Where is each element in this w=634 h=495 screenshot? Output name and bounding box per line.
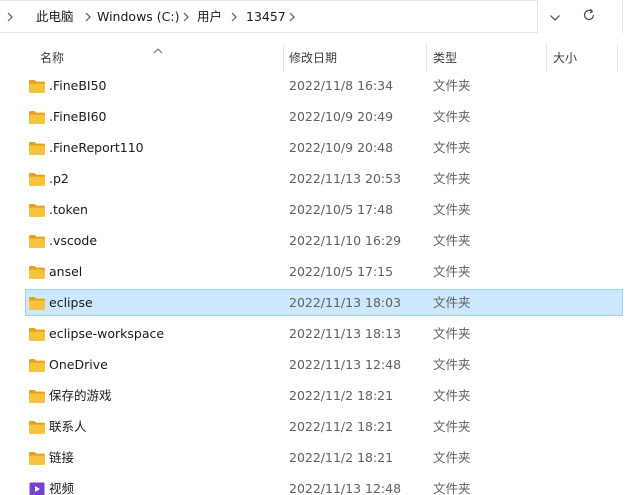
folder-icon [28,202,46,218]
column-divider[interactable] [617,44,618,72]
folder-icon [28,388,46,404]
folder-icon [28,264,46,280]
video-folder-icon [28,481,46,495]
file-type: 文件夹 [433,295,471,310]
file-name[interactable]: .token [49,202,88,218]
file-row[interactable]: eclipse-workspace 2022/11/13 18:13 文件夹 [25,320,623,347]
breadcrumb-users[interactable]: 用户 [197,9,222,25]
file-name[interactable]: 保存的游戏 [49,388,112,404]
file-name[interactable]: 联系人 [49,419,87,435]
folder-icon [28,140,46,156]
file-row[interactable]: eclipse 2022/11/13 18:03 文件夹 [25,289,623,316]
breadcrumb-this-pc[interactable]: 此电脑 [36,9,74,25]
search-box-edge[interactable] [622,0,634,33]
file-explorer-window: 此电脑 Windows (C:) 用户 13457 名称 修改日期 类型 大小 … [0,0,634,495]
file-type: 文件夹 [433,264,471,279]
file-name[interactable]: .FineReport110 [49,140,144,156]
chevron-right-icon[interactable] [180,10,192,24]
folder-icon [28,357,46,373]
file-date-modified: 2022/11/8 16:34 [289,78,394,93]
file-date-modified: 2022/11/2 18:21 [289,419,394,434]
file-name[interactable]: eclipse-workspace [49,326,164,342]
column-divider[interactable] [283,44,284,72]
column-size[interactable]: 大小 [553,50,577,66]
address-history-dropdown[interactable] [543,5,567,27]
sort-ascending-icon [152,40,164,54]
file-date-modified: 2022/11/13 12:48 [289,481,402,495]
file-row[interactable]: .FineBI60 2022/10/9 20:49 文件夹 [25,103,623,130]
file-row[interactable]: 视频 2022/11/13 12:48 文件夹 [25,475,623,495]
file-name[interactable]: .vscode [49,233,97,249]
file-row[interactable]: .FineReport110 2022/10/9 20:48 文件夹 [25,134,623,161]
address-bar: 此电脑 Windows (C:) 用户 13457 [0,0,634,34]
column-divider[interactable] [426,44,427,72]
file-name[interactable]: 视频 [49,481,74,495]
file-name[interactable]: eclipse [49,295,93,311]
file-date-modified: 2022/11/2 18:21 [289,388,394,403]
file-type: 文件夹 [433,450,471,465]
file-date-modified: 2022/10/9 20:49 [289,109,394,124]
chevron-down-icon [549,7,561,26]
file-type: 文件夹 [433,109,471,124]
file-type: 文件夹 [433,419,471,434]
file-type: 文件夹 [433,140,471,155]
file-date-modified: 2022/11/13 20:53 [289,171,402,186]
file-row[interactable]: .p2 2022/11/13 20:53 文件夹 [25,165,623,192]
folder-icon [28,295,46,311]
column-name[interactable]: 名称 [40,50,64,66]
file-name[interactable]: .p2 [49,171,69,187]
file-date-modified: 2022/10/5 17:48 [289,202,394,217]
file-row[interactable]: 保存的游戏 2022/11/2 18:21 文件夹 [25,382,623,409]
file-type: 文件夹 [433,326,471,341]
folder-icon [28,109,46,125]
file-type: 文件夹 [433,171,471,186]
file-name[interactable]: OneDrive [49,357,108,373]
file-name[interactable]: ansel [49,264,82,280]
file-date-modified: 2022/11/13 18:13 [289,326,402,341]
folder-icon [28,171,46,187]
breadcrumb-windows-c[interactable]: Windows (C:) [97,9,179,25]
file-row[interactable]: .vscode 2022/11/10 16:29 文件夹 [25,227,623,254]
file-date-modified: 2022/11/10 16:29 [289,233,402,248]
breadcrumb[interactable]: 此电脑 Windows (C:) 用户 13457 [0,0,538,33]
file-type: 文件夹 [433,202,471,217]
file-type: 文件夹 [433,388,471,403]
refresh-button[interactable] [575,4,603,28]
file-date-modified: 2022/11/13 12:48 [289,357,402,372]
folder-icon [28,450,46,466]
file-date-modified: 2022/10/5 17:15 [289,264,394,279]
file-date-modified: 2022/11/2 18:21 [289,450,394,465]
file-row[interactable]: OneDrive 2022/11/13 12:48 文件夹 [25,351,623,378]
breadcrumb-user-folder[interactable]: 13457 [246,9,286,25]
file-row[interactable]: 联系人 2022/11/2 18:21 文件夹 [25,413,623,440]
file-type: 文件夹 [433,357,471,372]
file-date-modified: 2022/11/13 18:03 [289,295,402,310]
file-row[interactable]: .token 2022/10/5 17:48 文件夹 [25,196,623,223]
refresh-icon [582,7,596,26]
chevron-right-icon[interactable] [4,10,16,24]
file-type: 文件夹 [433,78,471,93]
chevron-right-icon[interactable] [286,10,298,24]
folder-icon [28,419,46,435]
file-type: 文件夹 [433,481,471,495]
chevron-right-icon[interactable] [228,10,240,24]
folder-icon [28,326,46,342]
file-type: 文件夹 [433,233,471,248]
folder-icon [28,233,46,249]
file-row[interactable]: ansel 2022/10/5 17:15 文件夹 [25,258,623,285]
column-divider[interactable] [546,44,547,72]
file-date-modified: 2022/10/9 20:48 [289,140,394,155]
file-name[interactable]: .FineBI50 [49,78,107,94]
file-row[interactable]: .FineBI50 2022/11/8 16:34 文件夹 [25,72,623,99]
file-row[interactable]: 链接 2022/11/2 18:21 文件夹 [25,444,623,471]
folder-icon [28,78,46,94]
file-list: .FineBI50 2022/11/8 16:34 文件夹 .FineBI60 2022… [0,71,634,495]
column-type[interactable]: 类型 [433,50,457,66]
chevron-right-icon[interactable] [82,10,94,24]
file-name[interactable]: .FineBI60 [49,109,107,125]
column-date-modified[interactable]: 修改日期 [289,50,337,66]
file-name[interactable]: 链接 [49,450,74,466]
